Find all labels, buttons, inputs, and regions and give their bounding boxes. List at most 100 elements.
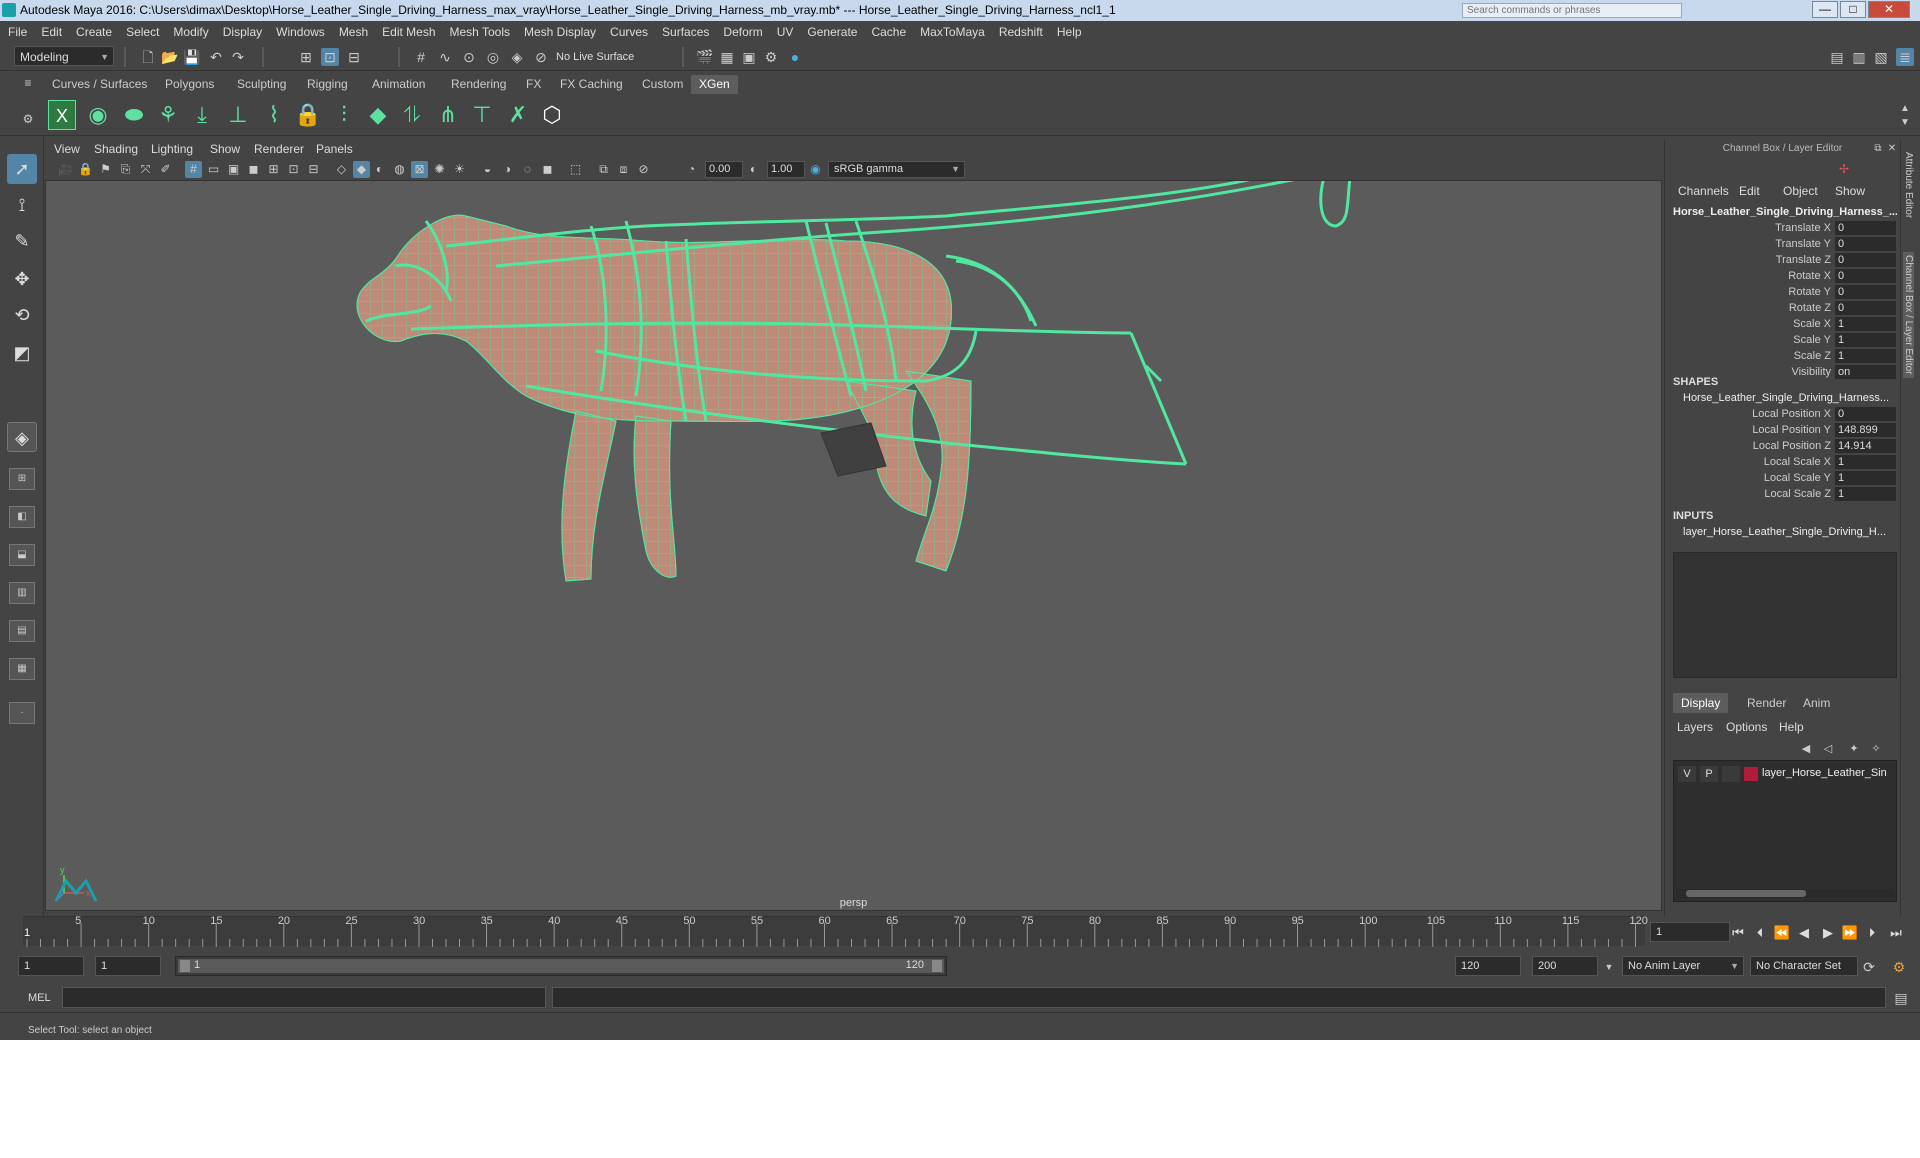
- range-min-thumb[interactable]: [180, 960, 190, 972]
- shaft-end[interactable]: [1129, 332, 1188, 465]
- rebuild-guide-icon[interactable]: ⊥: [224, 100, 252, 130]
- snap-surface-icon[interactable]: ◈: [508, 48, 526, 66]
- scrollbar-thumb[interactable]: [1686, 890, 1806, 897]
- input-node-name[interactable]: layer_Horse_Leather_Single_Driving_H...: [1683, 526, 1897, 538]
- channel-attr-value[interactable]: 0: [1835, 269, 1896, 283]
- screen-space-ao-icon[interactable]: ◑: [499, 161, 516, 178]
- grid-toggle-icon[interactable]: #: [185, 161, 202, 178]
- hypershade-icon[interactable]: ●: [786, 48, 804, 66]
- minimize-button[interactable]: —: [1812, 1, 1838, 18]
- playback-end-field[interactable]: 120: [1455, 956, 1521, 976]
- animation-preferences-icon[interactable]: ⚙: [1890, 958, 1908, 976]
- view-transform-dropdown[interactable]: sRGB gamma ▼: [828, 161, 965, 178]
- two-view-stacked-layout-icon[interactable]: ⬓: [9, 544, 35, 566]
- viewport-menu-shading[interactable]: Shading: [94, 142, 138, 156]
- image-plane-icon[interactable]: ⎘: [117, 161, 134, 178]
- snap-grid-icon[interactable]: #: [412, 48, 430, 66]
- new-scene-icon[interactable]: 🗋: [139, 48, 157, 66]
- xray-active-icon[interactable]: ⧈: [615, 161, 632, 178]
- layer-row[interactable]: V P layer_Horse_Leather_Sin: [1674, 765, 1896, 783]
- manipulator-icon[interactable]: ✢: [1835, 160, 1853, 178]
- animation-start-field[interactable]: 1: [18, 956, 84, 976]
- horse-mesh[interactable]: [356, 214, 972, 582]
- motion-blur-icon[interactable]: ◌: [519, 161, 536, 178]
- viewport-menu-view[interactable]: View: [54, 142, 80, 156]
- shelf-tab-fx-caching[interactable]: FX Caching: [552, 75, 631, 94]
- layer-type-toggle[interactable]: [1722, 766, 1740, 782]
- textured-icon[interactable]: ✺: [431, 161, 448, 178]
- script-editor-icon[interactable]: ▤: [1892, 989, 1910, 1007]
- viewport-menu-panels[interactable]: Panels: [316, 142, 353, 156]
- shadows-icon[interactable]: ◒: [479, 161, 496, 178]
- menu-display[interactable]: Display: [223, 25, 262, 39]
- chevron-down-icon[interactable]: ▼: [1600, 958, 1618, 976]
- layer-color-swatch[interactable]: [1744, 767, 1758, 781]
- shelf-tab-custom[interactable]: Custom: [634, 75, 691, 94]
- channel-attr-value[interactable]: 0: [1835, 237, 1896, 251]
- layer-visibility-toggle[interactable]: V: [1678, 766, 1696, 782]
- more-layouts-icon[interactable]: ·: [9, 702, 35, 724]
- channel-attr-value[interactable]: 0: [1835, 253, 1896, 267]
- create-empty-layer-icon[interactable]: ✦: [1845, 740, 1863, 758]
- exposure-icon[interactable]: ◔: [683, 161, 700, 178]
- channel-menu-edit[interactable]: Edit: [1739, 184, 1760, 198]
- shelf-tab-animation[interactable]: Animation: [364, 75, 433, 94]
- step-forward-frame-icon[interactable]: ⏵: [1862, 924, 1882, 942]
- resolution-gate-icon[interactable]: ▣: [225, 161, 242, 178]
- go-to-start-icon[interactable]: ⏮: [1728, 924, 1748, 942]
- channel-attr-value[interactable]: 1: [1835, 333, 1896, 347]
- play-backwards-icon[interactable]: ◀: [1794, 924, 1814, 942]
- script-language-toggle[interactable]: MEL: [28, 992, 51, 1004]
- channel-menu-show[interactable]: Show: [1835, 184, 1865, 198]
- viewport-menu-show[interactable]: Show: [210, 142, 240, 156]
- channel-attr-value[interactable]: 1: [1835, 349, 1896, 363]
- xray-icon[interactable]: ⊠: [411, 161, 428, 178]
- layer-menu-layers[interactable]: Layers: [1677, 720, 1713, 734]
- isolate-select-icon[interactable]: ⬚: [567, 161, 584, 178]
- command-input[interactable]: [62, 987, 546, 1008]
- range-max-thumb[interactable]: [932, 960, 942, 972]
- menu-edit[interactable]: Edit: [41, 25, 62, 39]
- menu-uv[interactable]: UV: [777, 25, 794, 39]
- ipr-render-icon[interactable]: ▣: [740, 48, 758, 66]
- render-current-frame-icon[interactable]: 🎬: [696, 48, 714, 66]
- attribute-editor-toggle-icon[interactable]: ▥: [1850, 48, 1868, 66]
- range-slider-handle[interactable]: [178, 959, 944, 973]
- xgen-preview-icon[interactable]: ◉: [84, 100, 112, 130]
- add-guide-icon[interactable]: ⤓: [188, 100, 216, 130]
- menu-deform[interactable]: Deform: [723, 25, 762, 39]
- shelf-tab-curves-surfaces[interactable]: Curves / Surfaces: [44, 75, 155, 94]
- menu-curves[interactable]: Curves: [610, 25, 648, 39]
- select-tool-icon[interactable]: ➚: [7, 154, 37, 184]
- wireframe-on-shaded-icon[interactable]: ◍: [391, 161, 408, 178]
- channel-box-tab[interactable]: Channel Box / Layer Editor: [1903, 252, 1914, 378]
- menu-create[interactable]: Create: [76, 25, 112, 39]
- right-rein[interactable]: [495, 181, 1336, 268]
- menu-windows[interactable]: Windows: [276, 25, 325, 39]
- shelf-tab-sculpting[interactable]: Sculpting: [229, 75, 294, 94]
- time-ruler[interactable]: 5 10 15 20 25 30 35 40 45 50 55 60 65 70 75 80 85 90 95 100…: [23, 915, 1648, 947]
- snap-point-icon[interactable]: ⊙: [460, 48, 478, 66]
- menu-set-dropdown[interactable]: Modeling ▼: [14, 46, 114, 66]
- create-layer-from-selected-icon[interactable]: ✧: [1867, 740, 1885, 758]
- grease-pencil-icon[interactable]: ✐: [157, 161, 174, 178]
- color-management-icon[interactable]: ◉: [807, 161, 824, 178]
- close-button[interactable]: ✕: [1868, 1, 1910, 18]
- shape-attr-value[interactable]: 14.914: [1835, 439, 1896, 453]
- current-frame-marker[interactable]: 1: [24, 927, 30, 939]
- menu-file[interactable]: File: [8, 25, 27, 39]
- move-layer-up-icon[interactable]: ◀: [1797, 740, 1815, 758]
- layer-horizontal-scrollbar[interactable]: [1676, 889, 1894, 898]
- paint-select-tool-icon[interactable]: ✎: [7, 226, 37, 256]
- layer-playback-toggle[interactable]: P: [1700, 766, 1718, 782]
- close-panel-icon[interactable]: ✕: [1883, 140, 1901, 158]
- layer-tab-anim[interactable]: Anim: [1795, 693, 1838, 713]
- select-camera-icon[interactable]: 🎥: [57, 161, 74, 178]
- film-gate-icon[interactable]: ▭: [205, 161, 222, 178]
- step-back-frame-icon[interactable]: ⏴: [1750, 924, 1770, 942]
- render-sequence-icon[interactable]: ▦: [718, 48, 736, 66]
- menu-edit-mesh[interactable]: Edit Mesh: [382, 25, 435, 39]
- channel-attr-value[interactable]: 0: [1835, 221, 1896, 235]
- layer-name[interactable]: layer_Horse_Leather_Sin: [1762, 767, 1896, 779]
- persp-outliner-layout-icon[interactable]: ▥: [9, 582, 35, 604]
